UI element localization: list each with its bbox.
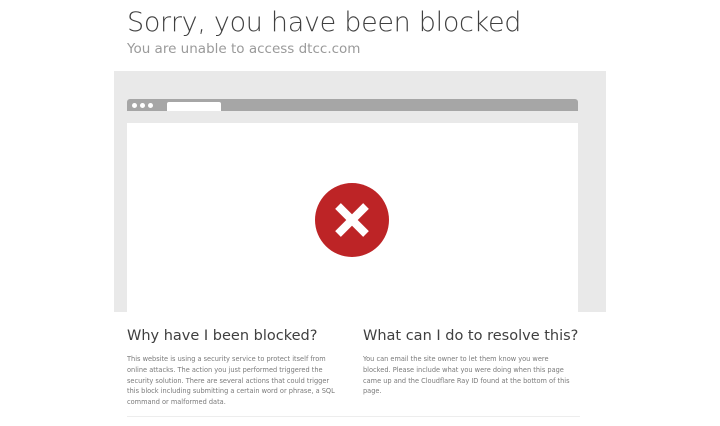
divider (127, 416, 580, 417)
resolve-text: You can email the site owner to let them… (363, 355, 570, 396)
resolve-heading: What can I do to resolve this? (363, 328, 579, 344)
browser-toolbar (127, 99, 578, 111)
page-header: Sorry, you have been blocked You are una… (127, 6, 521, 58)
why-blocked-text: This website is using a security service… (127, 355, 335, 407)
browser-tab (167, 102, 221, 111)
page-title: Sorry, you have been blocked (127, 7, 522, 38)
blocked-illustration (114, 71, 606, 312)
browser-window (127, 123, 578, 312)
window-dot-icon (148, 103, 153, 108)
resolve-section: What can I do to resolve this? You can e… (363, 326, 579, 397)
window-dot-icon (132, 103, 137, 108)
error-x-circle-icon (315, 183, 389, 257)
why-blocked-heading: Why have I been blocked? (127, 328, 318, 344)
why-blocked-section: Why have I been blocked? This website is… (127, 326, 341, 408)
window-dot-icon (140, 103, 145, 108)
page-subtitle: You are unable to access dtcc.com (127, 41, 361, 57)
